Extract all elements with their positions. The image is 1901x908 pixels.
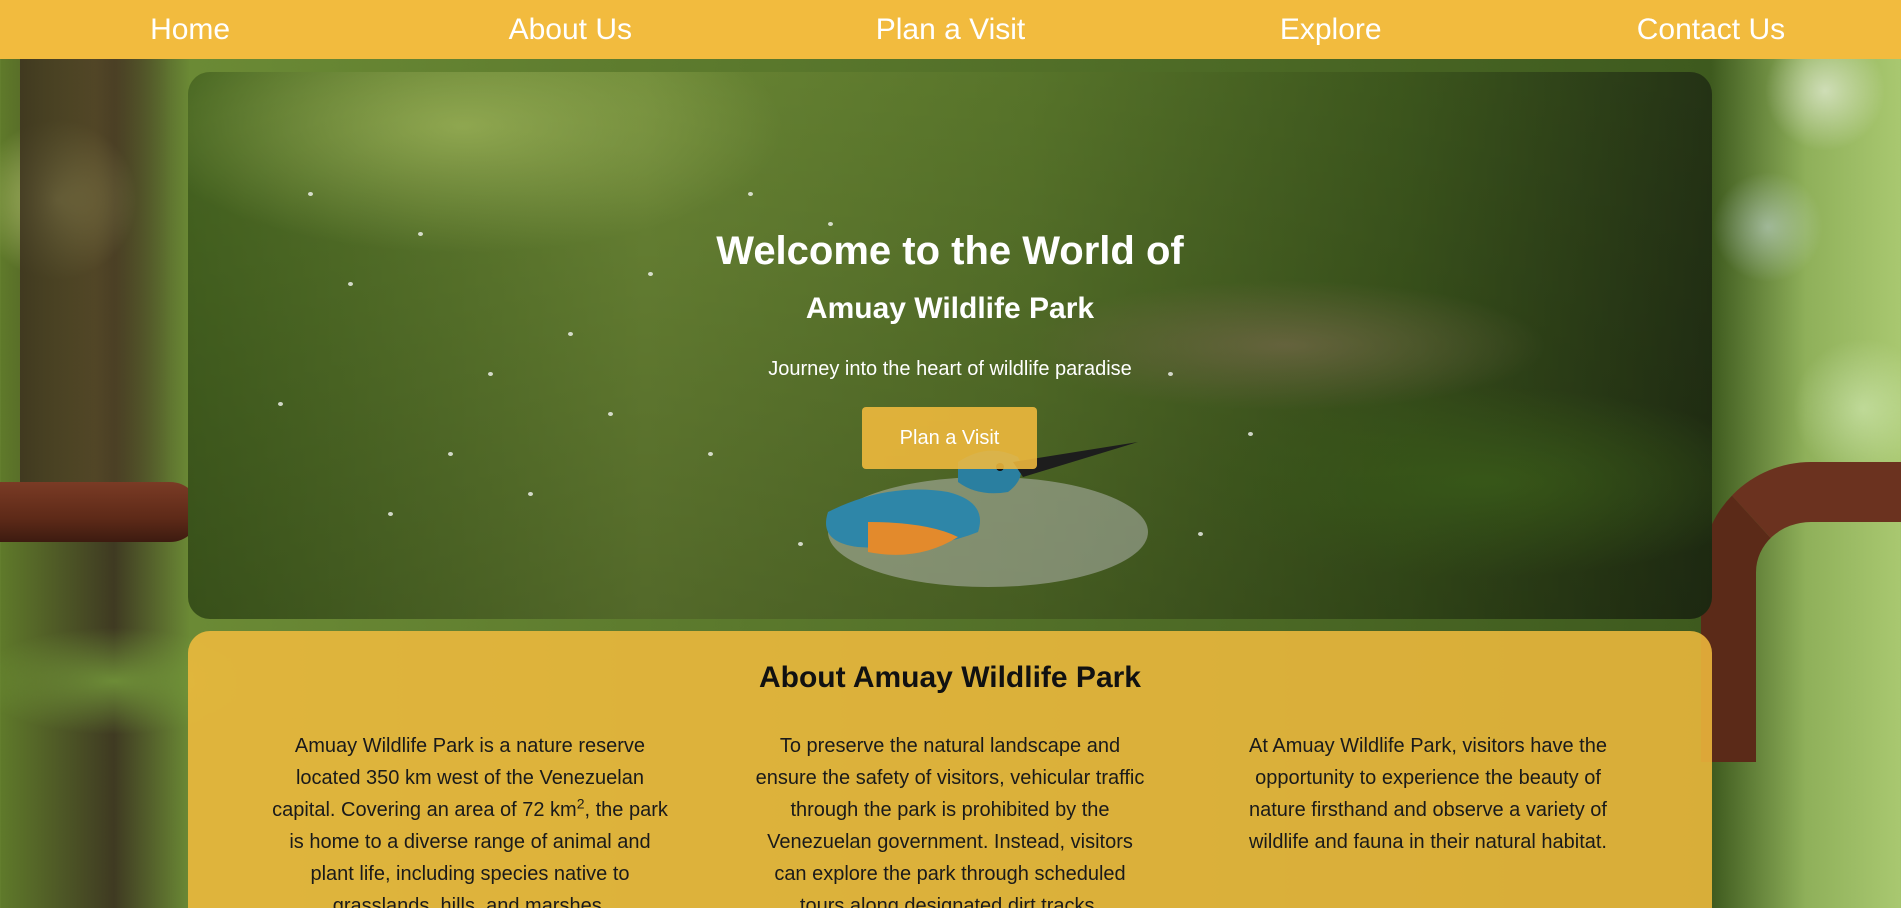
nav-item-home[interactable]: Home — [0, 0, 380, 59]
background-trunk — [20, 58, 170, 498]
about-title: About Amuay Wildlife Park — [758, 661, 1141, 694]
hero-title: Welcome to the World of — [716, 229, 1184, 273]
nav-item-contact-us[interactable]: Contact Us — [1521, 0, 1901, 59]
background-branch-right — [1701, 462, 1901, 762]
about-section: About Amuay Wildlife Park Amuay Wildlife… — [188, 631, 1712, 908]
hero-subtitle: Amuay Wildlife Park — [805, 292, 1095, 325]
kingfisher-image — [826, 442, 1148, 587]
hero-banner: Welcome to the World of Amuay Wildlife P… — [188, 72, 1712, 619]
about-column-preservation: To preserve the natural landscape and en… — [755, 735, 1145, 908]
nav-item-plan-a-visit[interactable]: Plan a Visit — [760, 0, 1140, 59]
superscript-2: 2 — [576, 795, 585, 812]
background-branch-left — [0, 482, 200, 542]
nav-item-explore[interactable]: Explore — [1141, 0, 1521, 59]
nav-item-about-us[interactable]: About Us — [380, 0, 760, 59]
top-navigation: Home About Us Plan a Visit Explore Conta… — [0, 0, 1901, 59]
plan-a-visit-button[interactable]: Plan a Visit — [862, 407, 1037, 469]
about-column-location: Amuay Wildlife Park is a nature reserve … — [270, 730, 670, 908]
about-column-experience: At Amuay Wildlife Park, visitors have th… — [1248, 735, 1607, 853]
hero-tagline: Journey into the heart of wildlife parad… — [768, 358, 1132, 380]
